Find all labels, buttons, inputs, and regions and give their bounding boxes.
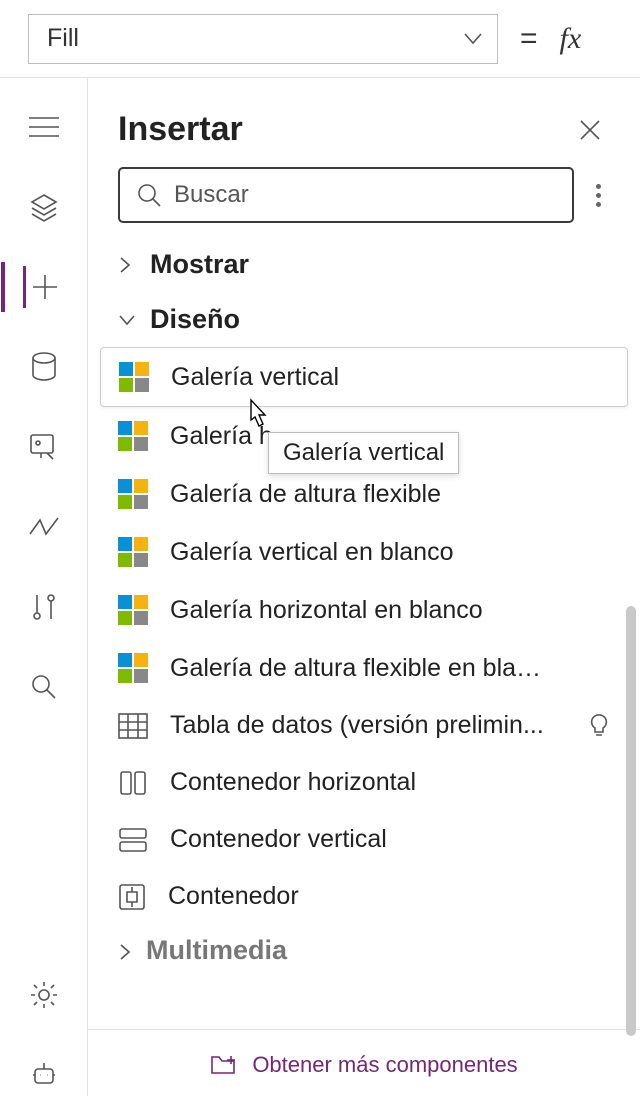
item-label: Contenedor horizontal [170, 768, 416, 797]
item-label: Contenedor vertical [170, 825, 387, 854]
layers-icon [29, 192, 59, 222]
gallery-icon [118, 479, 148, 509]
gear-icon [29, 980, 59, 1010]
component-tree[interactable]: Mostrar Diseño Galería vertical Galería … [88, 237, 640, 1030]
item-cont[interactable]: Contenedor [88, 868, 640, 925]
bot-icon [29, 1061, 59, 1089]
flows-button[interactable] [23, 506, 65, 548]
media-button[interactable] [23, 426, 65, 468]
container-h-icon [118, 770, 148, 796]
chevron-down-icon [118, 313, 136, 327]
search-button[interactable] [23, 666, 65, 708]
pane-title: Insertar [118, 110, 243, 149]
left-rail [0, 78, 88, 1096]
property-name: Fill [47, 24, 79, 53]
search-placeholder: Buscar [174, 181, 249, 209]
gallery-icon [118, 421, 148, 451]
container-v-icon [118, 827, 148, 853]
close-icon [578, 118, 602, 142]
plus-icon [30, 272, 60, 302]
search-icon [136, 182, 162, 208]
item-label: Tabla de datos (versión prelimin... [170, 711, 544, 740]
main-area: Insertar Buscar Mostrar Diseño [0, 78, 640, 1096]
search-icon [30, 673, 58, 701]
item-label: Galería vertical [171, 363, 339, 392]
bulb-icon [588, 713, 610, 739]
data-button[interactable] [23, 346, 65, 388]
item-galeria-h-blank[interactable]: Galería horizontal en blanco [88, 581, 640, 639]
media-icon [29, 433, 59, 461]
category-label: Mostrar [150, 249, 249, 280]
item-label: Galería horizontal en blanco [170, 596, 483, 625]
item-label: Galería de altura flexible [170, 480, 441, 509]
item-galeria-vertical[interactable]: Galería vertical [100, 347, 628, 407]
insert-button[interactable] [23, 266, 65, 308]
equals-sign: = [520, 22, 538, 56]
folder-plus-icon [210, 1053, 238, 1077]
insert-pane: Insertar Buscar Mostrar Diseño [88, 78, 640, 1096]
category-diseno[interactable]: Diseño [88, 292, 640, 347]
chevron-down-icon [463, 32, 483, 46]
formula-bar: Fill = fx [0, 0, 640, 78]
chevron-right-icon [118, 943, 132, 961]
chevron-right-icon [118, 256, 136, 274]
more-options-button[interactable] [586, 184, 610, 207]
scrollbar-thumb[interactable] [626, 606, 636, 1036]
container-icon [118, 883, 146, 911]
get-more-components[interactable]: Obtener más componentes [88, 1034, 640, 1096]
tools-icon [31, 592, 57, 622]
item-galeria-v-blank[interactable]: Galería vertical en blanco [88, 523, 640, 581]
item-label: Contenedor [168, 882, 299, 911]
category-label: Diseño [150, 304, 240, 335]
item-cont-v[interactable]: Contenedor vertical [88, 811, 640, 868]
property-select[interactable]: Fill [28, 14, 498, 64]
fx-icon[interactable]: fx [560, 22, 582, 56]
item-cont-h[interactable]: Contenedor horizontal [88, 754, 640, 811]
tools-button[interactable] [23, 586, 65, 628]
settings-button[interactable] [23, 974, 65, 1016]
tree-view-button[interactable] [23, 186, 65, 228]
flows-icon [28, 516, 60, 538]
gallery-icon [119, 362, 149, 392]
footer-label: Obtener más componentes [252, 1052, 517, 1078]
hamburger-button[interactable] [23, 106, 65, 148]
item-label: Galería h [170, 422, 273, 451]
item-label: Galería vertical en blanco [170, 538, 453, 567]
category-multimedia[interactable]: Multimedia [88, 925, 640, 966]
item-tabla-datos[interactable]: Tabla de datos (versión prelimin... [88, 697, 640, 754]
close-button[interactable] [570, 114, 610, 146]
table-icon [118, 713, 148, 739]
search-input[interactable]: Buscar [118, 167, 574, 223]
gallery-icon [118, 653, 148, 683]
gallery-icon [118, 595, 148, 625]
category-label: Multimedia [146, 935, 287, 965]
item-galeria-flex-blank[interactable]: Galería de altura flexible en blanco [88, 639, 640, 697]
category-mostrar[interactable]: Mostrar [88, 237, 640, 292]
gallery-icon [118, 537, 148, 567]
tooltip: Galería vertical [268, 432, 459, 474]
hamburger-icon [29, 116, 59, 138]
item-label: Galería de altura flexible en blanco [170, 654, 550, 683]
database-icon [30, 352, 58, 382]
virtual-agent-button[interactable] [23, 1054, 65, 1096]
